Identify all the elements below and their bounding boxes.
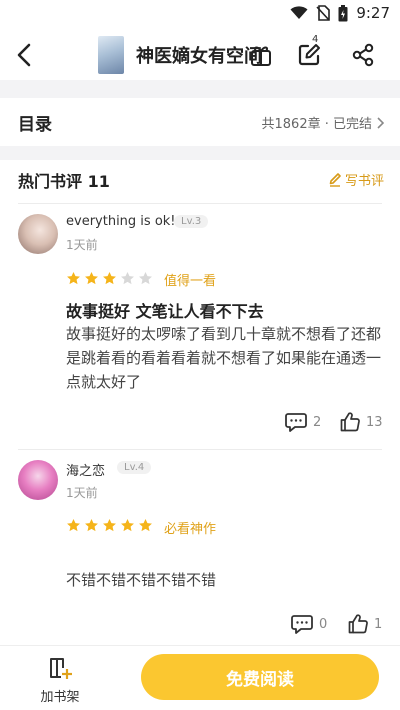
review-username[interactable]: 海之恋 xyxy=(66,460,105,479)
star-empty-icon xyxy=(139,271,152,285)
like-button[interactable]: 13 xyxy=(340,412,383,432)
reviews-title: 热门书评 11 xyxy=(18,172,110,191)
battery-icon xyxy=(338,4,348,21)
add-bookshelf-icon xyxy=(50,658,72,679)
review-body[interactable]: 故事挺好的太啰嗦了看到几十章就不想看了还都是跳着看的看着看着就不想看了如果能在通… xyxy=(66,322,386,394)
divider xyxy=(18,449,382,450)
thumbs-up-icon xyxy=(348,614,368,634)
add-to-shelf-button[interactable]: 加书架 xyxy=(30,656,90,705)
add-to-shelf-label: 加书架 xyxy=(40,690,80,705)
back-icon[interactable] xyxy=(12,42,38,68)
level-badge: Lv.3 xyxy=(174,215,209,228)
rating-label: 值得一看 xyxy=(164,274,217,289)
comment-button[interactable]: 0 xyxy=(291,614,327,634)
like-count: 1 xyxy=(374,616,383,632)
separator-band xyxy=(0,146,400,160)
chevron-right-icon xyxy=(377,116,384,129)
comment-count: 0 xyxy=(319,616,328,632)
toc-meta-text: 共1862章 · 已完结 xyxy=(261,117,372,132)
book-cover xyxy=(98,36,124,74)
write-review-label: 写书评 xyxy=(344,174,384,189)
book-title: 神医嫡女有空间 xyxy=(136,46,262,67)
rating-stars xyxy=(66,271,153,286)
comment-icon xyxy=(291,615,313,634)
edit-icon[interactable] xyxy=(296,42,322,68)
comment-button[interactable]: 2 xyxy=(285,412,321,432)
star-filled-icon xyxy=(103,518,116,532)
share-icon[interactable] xyxy=(350,42,376,68)
star-filled-icon xyxy=(67,518,80,532)
toc-row[interactable]: 目录 共1862章 · 已完结 xyxy=(0,98,400,146)
gift-icon[interactable] xyxy=(248,42,274,68)
thumbs-up-icon xyxy=(340,412,360,432)
write-review-button[interactable]: 写书评 xyxy=(329,170,384,189)
star-filled-icon xyxy=(67,271,80,285)
avatar[interactable] xyxy=(18,460,58,500)
level-badge: Lv.4 xyxy=(117,461,152,474)
wifi-icon xyxy=(290,6,308,19)
star-filled-icon xyxy=(121,518,134,532)
toc-title: 目录 xyxy=(18,115,52,135)
review-headline: 故事挺好 文笔让人看不下去 xyxy=(66,302,264,321)
divider xyxy=(18,203,382,204)
pen-icon xyxy=(329,172,341,187)
rating-stars xyxy=(66,518,153,533)
edit-badge: 4 xyxy=(312,34,319,45)
review-time: 1天前 xyxy=(66,238,98,252)
like-count: 13 xyxy=(366,414,383,430)
star-empty-icon xyxy=(121,271,134,285)
status-time: 9:27 xyxy=(356,4,390,22)
free-read-button[interactable]: 免费阅读 xyxy=(141,654,379,700)
avatar[interactable] xyxy=(18,214,58,254)
status-icons: 9:27 xyxy=(290,4,390,22)
review-time: 1天前 xyxy=(66,486,98,500)
toc-meta: 共1862章 · 已完结 xyxy=(262,113,384,132)
star-filled-icon xyxy=(85,271,98,285)
status-bar: 9:27 xyxy=(0,0,400,30)
star-filled-icon xyxy=(103,271,116,285)
comment-count: 2 xyxy=(313,414,322,430)
rating-label: 必看神作 xyxy=(164,522,217,537)
top-bar: 神医嫡女有空间 4 xyxy=(0,30,400,80)
star-filled-icon xyxy=(85,518,98,532)
separator-band xyxy=(0,80,400,98)
like-button[interactable]: 1 xyxy=(348,614,382,634)
review-body[interactable]: 不错不错不错不错不错 xyxy=(66,568,386,592)
bottom-bar: 加书架 免费阅读 xyxy=(0,645,400,710)
star-filled-icon xyxy=(139,518,152,532)
reviews-header: 热门书评 11 写书评 xyxy=(0,160,400,200)
comment-icon xyxy=(285,413,307,432)
no-sim-icon xyxy=(316,5,331,21)
review-username[interactable]: everything is ok! xyxy=(66,214,176,229)
